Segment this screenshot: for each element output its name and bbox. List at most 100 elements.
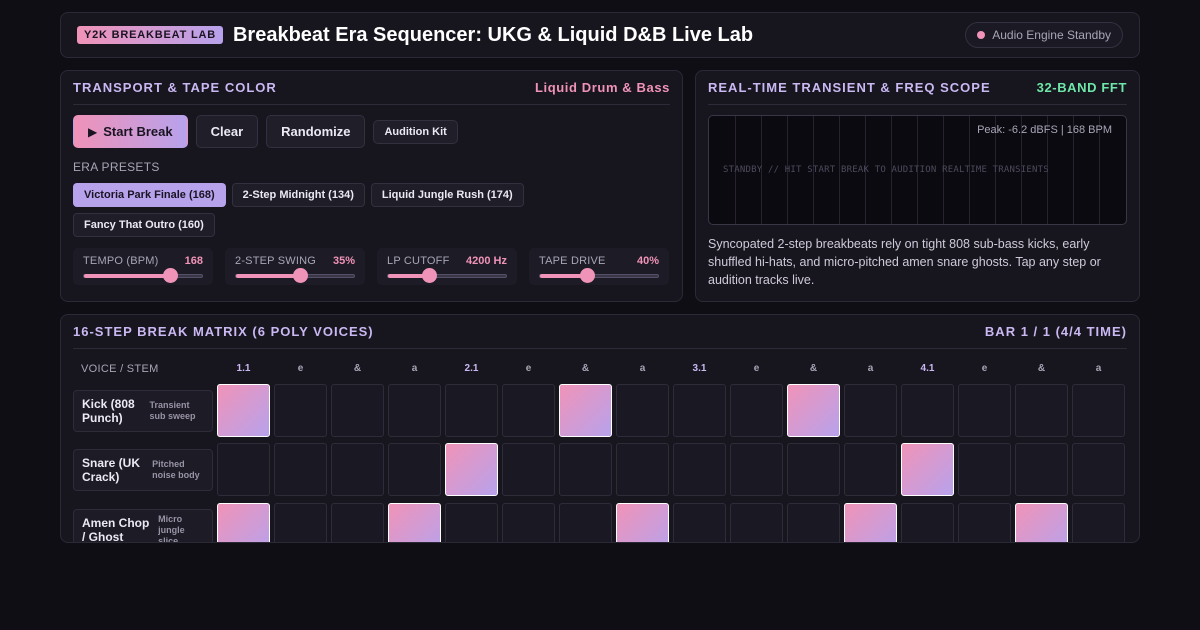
transport-panel: TRANSPORT & TAPE COLOR Liquid Drum & Bas… xyxy=(60,70,683,302)
preset-chip[interactable]: Fancy That Outro (160) xyxy=(73,213,215,237)
step-cell[interactable] xyxy=(673,503,726,542)
step-cell[interactable] xyxy=(388,384,441,437)
fft-band-tag: 32-BAND FFT xyxy=(1036,80,1127,95)
drive-slider[interactable]: TAPE DRIVE 40% xyxy=(529,248,669,285)
step-cell[interactable] xyxy=(1015,384,1068,437)
step-cell[interactable] xyxy=(616,503,669,542)
step-cell[interactable] xyxy=(1015,503,1068,542)
step-cell[interactable] xyxy=(1015,443,1068,496)
step-cell[interactable] xyxy=(787,443,840,496)
step-cell[interactable] xyxy=(502,503,555,542)
slider-value: 4200 Hz xyxy=(466,255,507,267)
status-dot-icon xyxy=(977,31,986,39)
step-cell[interactable] xyxy=(388,503,441,542)
swing-slider[interactable]: 2-STEP SWING 35% xyxy=(225,248,365,285)
step-cell[interactable] xyxy=(730,384,783,437)
audio-engine-status: Audio Engine Standby xyxy=(965,22,1123,48)
step-header: a xyxy=(411,363,418,374)
slider-group: TEMPO (BPM) 168 2-STEP SWING 35% LP CUTOFF 42… xyxy=(73,248,670,285)
step-cell[interactable] xyxy=(331,443,384,496)
start-break-button[interactable]: ▶ Start Break xyxy=(73,115,188,148)
transport-mode-tag: Liquid Drum & Bass xyxy=(534,80,670,95)
step-cell[interactable] xyxy=(958,443,1011,496)
slider-thumb[interactable] xyxy=(292,268,308,283)
step-cell[interactable] xyxy=(1072,443,1125,496)
voice-label[interactable]: Snare (UK Crack) Pitched noise body xyxy=(73,449,213,491)
preset-chip[interactable]: Victoria Park Finale (168) xyxy=(73,183,226,207)
step-header: & xyxy=(581,363,590,374)
app-title: Breakbeat Era Sequencer: UKG & Liquid D&… xyxy=(232,23,754,46)
clear-button[interactable]: Clear xyxy=(195,115,259,148)
step-cell[interactable] xyxy=(730,443,783,496)
step-cell[interactable] xyxy=(958,503,1011,542)
audition-kit-button[interactable]: Audition Kit xyxy=(373,119,458,144)
step-cell[interactable] xyxy=(844,443,897,496)
step-cell[interactable] xyxy=(787,384,840,437)
step-cell[interactable] xyxy=(445,443,498,496)
step-cell[interactable] xyxy=(1072,503,1125,542)
step-header: 4.1 xyxy=(920,363,935,374)
step-cell[interactable] xyxy=(502,384,555,437)
status-label: Audio Engine Standby xyxy=(992,28,1111,42)
slider-thumb[interactable] xyxy=(163,268,179,283)
step-header: a xyxy=(639,363,646,374)
slider-label: 2-STEP SWING xyxy=(235,255,317,267)
step-cell[interactable] xyxy=(388,443,441,496)
step-header: 1.1 xyxy=(236,363,251,374)
play-icon: ▶ xyxy=(88,124,98,139)
era-presets: Victoria Park Finale (168) 2-Step Midnigh… xyxy=(73,183,553,237)
step-cell[interactable] xyxy=(331,503,384,542)
step-cell[interactable] xyxy=(901,503,954,542)
step-cell[interactable] xyxy=(274,503,327,542)
step-cell[interactable] xyxy=(673,443,726,496)
step-cell[interactable] xyxy=(958,384,1011,437)
step-cell[interactable] xyxy=(616,443,669,496)
tempo-slider[interactable]: TEMPO (BPM) 168 xyxy=(73,248,213,285)
step-cell[interactable] xyxy=(217,384,270,437)
cutoff-slider[interactable]: LP CUTOFF 4200 Hz xyxy=(377,248,517,285)
preset-chip[interactable]: 2-Step Midnight (134) xyxy=(231,183,365,207)
step-cell[interactable] xyxy=(901,384,954,437)
voice-label[interactable]: Kick (808 Punch) Transient sub sweep xyxy=(73,390,213,432)
voice-name: Kick (808 Punch) xyxy=(82,397,135,425)
slider-track[interactable] xyxy=(235,268,355,283)
step-header: e xyxy=(525,363,532,374)
step-cell[interactable] xyxy=(673,384,726,437)
slider-label: TEMPO (BPM) xyxy=(83,255,159,267)
step-header: & xyxy=(1037,363,1046,374)
step-cell[interactable] xyxy=(1072,384,1125,437)
scope-standby-message: STANDBY // HIT START BREAK TO AUDITION R… xyxy=(723,165,1049,175)
step-cell[interactable] xyxy=(616,384,669,437)
step-cell[interactable] xyxy=(730,503,783,542)
step-cell[interactable] xyxy=(787,503,840,542)
step-cell[interactable] xyxy=(445,503,498,542)
slider-value: 35% xyxy=(332,255,355,267)
step-cell[interactable] xyxy=(217,503,270,542)
slider-track[interactable] xyxy=(83,268,203,283)
step-matrix-panel: 16-STEP BREAK MATRIX (6 POLY VOICES) BAR… xyxy=(60,314,1140,543)
voice-description: Micro jungle slice xyxy=(158,513,185,543)
app-badge: Y2K BREAKBEAT LAB xyxy=(77,26,223,44)
slider-value: 40% xyxy=(636,255,659,267)
step-cell[interactable] xyxy=(331,384,384,437)
slider-value: 168 xyxy=(184,255,203,267)
step-cell[interactable] xyxy=(844,384,897,437)
step-cell[interactable] xyxy=(217,443,270,496)
step-cell[interactable] xyxy=(502,443,555,496)
slider-thumb[interactable] xyxy=(422,268,438,283)
randomize-button[interactable]: Randomize xyxy=(266,115,366,148)
step-cell[interactable] xyxy=(559,443,612,496)
scope-description: Syncopated 2-step breakbeats rely on tig… xyxy=(708,237,1101,287)
voice-label[interactable]: Amen Chop / Ghost Micro jungle slice xyxy=(73,509,213,543)
step-cell[interactable] xyxy=(901,443,954,496)
step-cell[interactable] xyxy=(844,503,897,542)
slider-track[interactable] xyxy=(387,268,507,283)
step-cell[interactable] xyxy=(559,384,612,437)
slider-track[interactable] xyxy=(539,268,659,283)
step-cell[interactable] xyxy=(274,384,327,437)
step-cell[interactable] xyxy=(559,503,612,542)
slider-thumb[interactable] xyxy=(580,268,596,283)
step-cell[interactable] xyxy=(274,443,327,496)
preset-chip[interactable]: Liquid Jungle Rush (174) xyxy=(370,183,524,207)
step-cell[interactable] xyxy=(445,384,498,437)
